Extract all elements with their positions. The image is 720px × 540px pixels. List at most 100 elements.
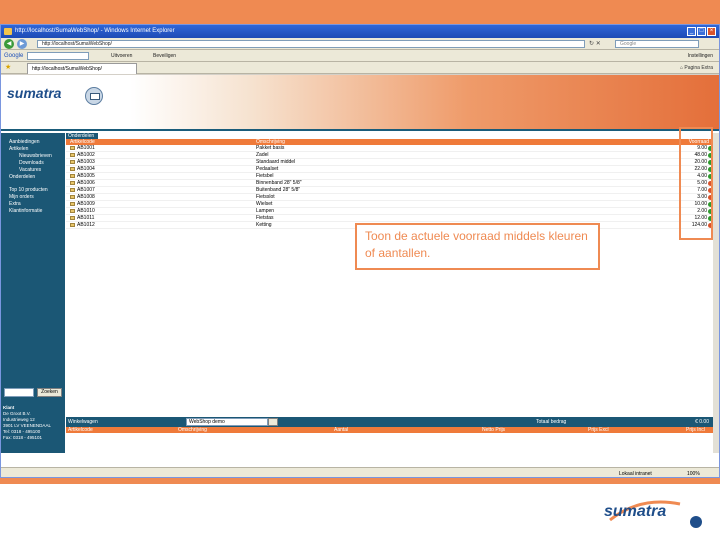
google-settings[interactable]: Instellingen [688, 50, 713, 62]
sidebar-item[interactable]: Artikelen [1, 146, 65, 153]
table-row[interactable]: AB1003 Standaard middel 20.00 [66, 159, 715, 166]
close-icon[interactable]: × [707, 27, 716, 36]
part-icon [70, 180, 75, 185]
ie-icon [4, 28, 12, 35]
table-row[interactable]: AB1001 Pakket basis 9.00 [66, 145, 715, 152]
app-header: sumatra [1, 75, 719, 131]
url-input[interactable]: http://localhost/SumaWebShop/ [37, 40, 585, 48]
refresh-stop-icon[interactable]: ↻ ✕ [589, 40, 601, 47]
table-row[interactable]: AB1011 Fietstas 12.00 [66, 215, 715, 222]
table-row[interactable]: AB1008 Fietsslot 3.00 [66, 194, 715, 201]
row-code: AB1001 [70, 145, 95, 152]
row-code: AB1010 [70, 208, 95, 215]
sidebar-item[interactable]: Downloads [1, 160, 65, 167]
search-button[interactable]: Zoeken [37, 388, 62, 397]
sidebar-item[interactable]: Mijn orders [1, 194, 65, 201]
google-item-uitvoeren[interactable]: Uitvoeren [111, 50, 132, 62]
part-icon [70, 145, 75, 150]
row-description: Zadel [256, 152, 269, 158]
part-icon [70, 194, 75, 199]
row-description: Pedaalset [256, 166, 279, 172]
maximize-icon[interactable]: □ [697, 27, 706, 36]
table-row[interactable]: AB1007 Buitenband 28" 5/8" 7.00 [66, 187, 715, 194]
status-bar: Lokaal intranet 100% [1, 467, 719, 477]
table-row[interactable]: AB1006 Binnenband 28" 5/8" 5.00 [66, 180, 715, 187]
slide-footer: sumatra [0, 484, 720, 540]
sidebar-search-input[interactable] [4, 388, 34, 397]
sidebar-item[interactable]: Extra [1, 201, 65, 208]
google-logo: Google [4, 53, 24, 59]
favorites-star-icon[interactable]: ★ [5, 62, 11, 74]
sidebar-item[interactable]: Onderdelen [1, 174, 65, 181]
cart-col-qty: Aantal [334, 427, 349, 433]
table-row[interactable]: AB1002 Zadel 48.00 [66, 152, 715, 159]
row-description: Lampen [256, 208, 275, 214]
sidebar-item[interactable]: Top 10 producten [1, 187, 65, 194]
row-code: AB1009 [70, 201, 95, 208]
row-description: Wielset [256, 201, 273, 207]
cart-col-desc: Omschrijving [178, 427, 207, 433]
cart-total-label: Totaal bedrag [536, 419, 567, 425]
part-icon [70, 159, 75, 164]
slide-top-bar [0, 0, 720, 24]
tools-menu[interactable]: Extra [701, 65, 713, 71]
row-code: AB1004 [70, 166, 95, 173]
google-item-beveiligen[interactable]: Beveiligen [153, 50, 176, 62]
row-code: AB1005 [70, 173, 95, 180]
customer-info: Klant De Groot B.V. Industrieweg 12 3901 LV… [3, 405, 63, 441]
row-code: AB1012 [70, 222, 95, 229]
row-description: Fietsslot [256, 194, 275, 200]
row-code: AB1003 [70, 159, 95, 166]
back-icon[interactable]: ◀ [4, 39, 14, 49]
forward-icon[interactable]: ▶ [17, 39, 27, 49]
table-row[interactable]: AB1010 Lampen 2.00 [66, 208, 715, 215]
sumatra-footer-logo: sumatra [604, 500, 702, 528]
part-icon [70, 187, 75, 192]
row-description: Standaard middel [256, 159, 296, 165]
row-description: Fietsbel [256, 173, 274, 179]
title-bar: http://localhost/SumaWebShop/ - Windows … [1, 25, 719, 38]
sidebar-item[interactable]: Aanbiedingen [1, 139, 65, 146]
stock-highlight-box [679, 127, 713, 240]
table-row[interactable]: AB1004 Pedaalset 22.00 [66, 166, 715, 173]
table-row[interactable]: AB1009 Wielset 10.00 [66, 201, 715, 208]
page-menu[interactable]: Pagina [684, 65, 700, 71]
cart-label: Winkelwagen [68, 419, 98, 425]
row-code: AB1008 [70, 194, 95, 201]
row-description: Fietstas [256, 215, 274, 221]
cart-col-code: Artikelcode [68, 427, 93, 433]
webshop-app: sumatra Aanbiedingen Artikelen Nieuwsbriev… [1, 75, 719, 509]
scrollbar[interactable] [713, 133, 719, 453]
window-title: http://localhost/SumaWebShop/ - Windows … [15, 28, 175, 34]
search-input[interactable]: Google [615, 40, 699, 48]
printer-icon[interactable] [85, 87, 103, 105]
google-toolbar: Google Uitvoeren Beveiligen Instellingen [1, 50, 719, 62]
tab-bar: ★ http://localhost/SumaWebShop/ ⌂ Pagina… [1, 62, 719, 74]
cart-panel: Winkelwagen WebShop demo Totaal bedrag €… [66, 417, 715, 453]
sidebar-search: Zoeken [4, 388, 62, 397]
sidebar-item[interactable]: Nieuwsbrieven [1, 153, 65, 160]
dropdown-arrow-icon[interactable] [268, 418, 278, 426]
row-code: AB1007 [70, 187, 95, 194]
part-icon [70, 215, 75, 220]
shop-select[interactable]: WebShop demo [186, 418, 268, 426]
svg-text:sumatra: sumatra [604, 503, 666, 520]
table-row[interactable]: AB1005 Fietsbel 4.00 [66, 173, 715, 180]
part-icon [70, 222, 75, 227]
cart-col-net: Netto Prijs [482, 427, 506, 433]
row-description: Pakket basis [256, 145, 285, 151]
google-search-input[interactable] [27, 52, 89, 60]
sumatra-logo[interactable]: sumatra [7, 85, 87, 113]
row-description: Buitenband 28" 5/8" [256, 187, 301, 193]
row-description: Binnenband 28" 5/8" [256, 180, 302, 186]
address-bar: ◀ ▶ http://localhost/SumaWebShop/ ↻ ✕ Go… [1, 38, 719, 50]
sidebar-item[interactable]: Klantinformatie [1, 208, 65, 215]
home-icon[interactable]: ⌂ [680, 65, 683, 71]
sidebar-item[interactable]: Vacatures [1, 167, 65, 174]
minimize-icon[interactable]: _ [687, 27, 696, 36]
cart-bar: Winkelwagen WebShop demo Totaal bedrag €… [66, 417, 715, 427]
cart-header: Artikelcode Omschrijving Aantal Netto Pr… [66, 427, 715, 433]
row-code: AB1006 [70, 180, 95, 187]
browser-tab[interactable]: http://localhost/SumaWebShop/ [27, 63, 137, 74]
part-icon [70, 208, 75, 213]
